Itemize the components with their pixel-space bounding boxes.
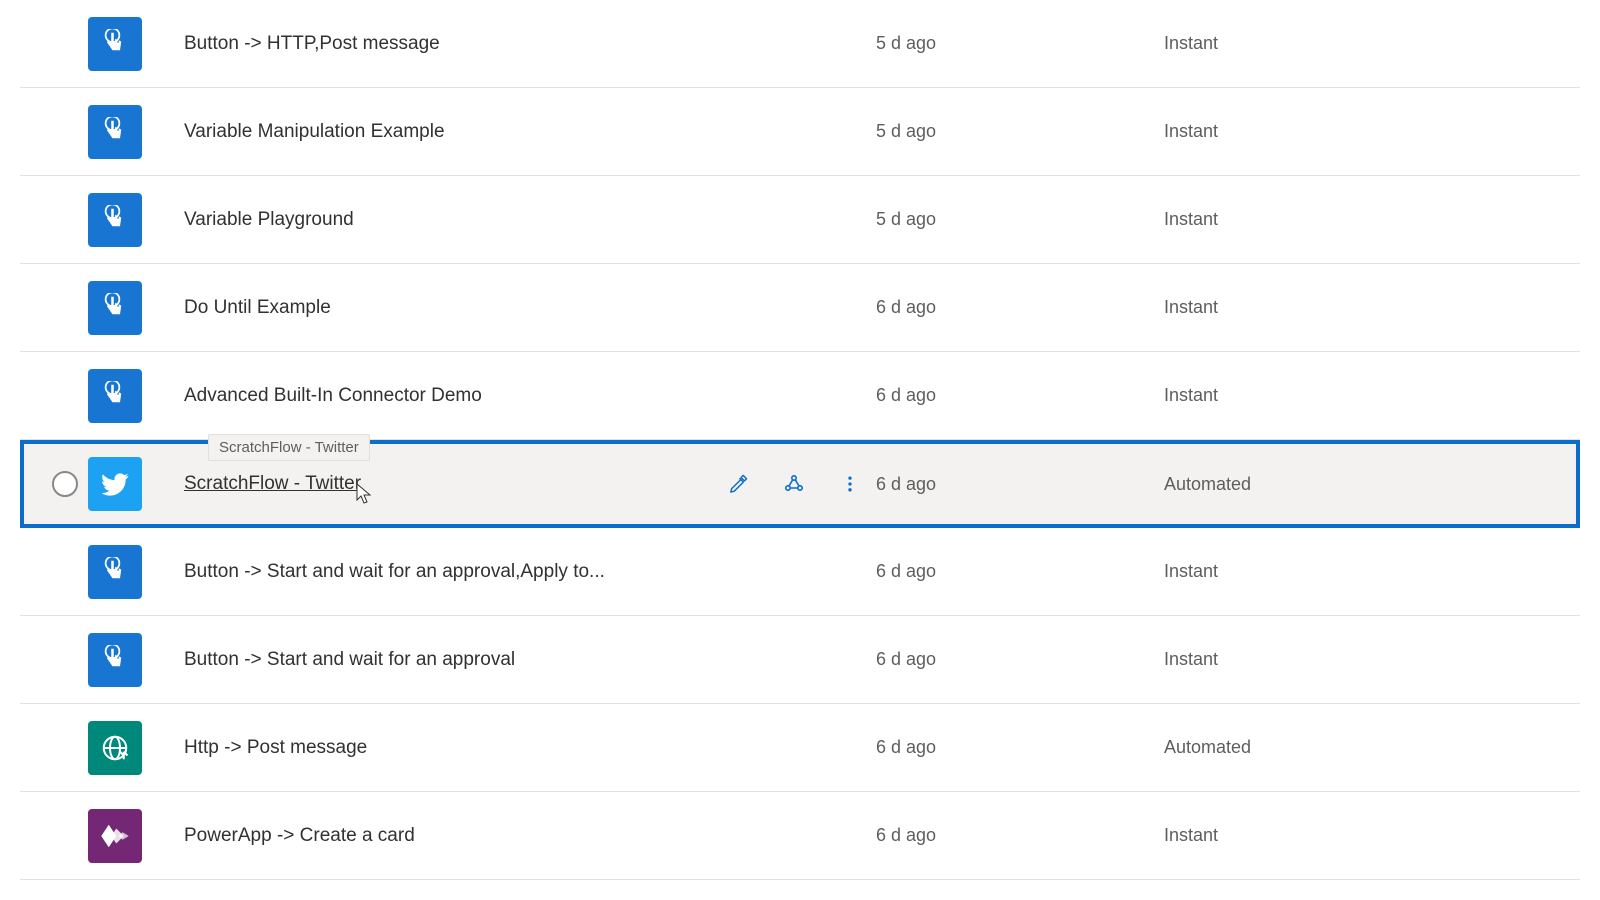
- flow-name[interactable]: Variable Playground: [184, 209, 704, 231]
- flow-type: Automated: [1164, 737, 1364, 758]
- button-icon: [88, 369, 142, 423]
- flow-name[interactable]: Button -> Start and wait for an approval…: [184, 561, 704, 583]
- flow-name[interactable]: Variable Manipulation Example: [184, 121, 704, 143]
- twitter-icon: [88, 457, 142, 511]
- row-actions: [704, 470, 864, 498]
- flow-name[interactable]: ScratchFlow - Twitter: [184, 473, 704, 495]
- flow-type: Automated: [1164, 474, 1364, 495]
- flow-name[interactable]: Button -> Start and wait for an approval: [184, 649, 704, 671]
- modified-time: 6 d ago: [864, 561, 1164, 582]
- flow-name[interactable]: PowerApp -> Create a card: [184, 825, 704, 847]
- button-icon: [88, 105, 142, 159]
- modified-time: 5 d ago: [864, 209, 1164, 230]
- button-icon: [88, 633, 142, 687]
- modified-time: 6 d ago: [864, 825, 1164, 846]
- flow-name[interactable]: Http -> Post message: [184, 737, 704, 759]
- modified-time: 5 d ago: [864, 121, 1164, 142]
- button-icon: [88, 545, 142, 599]
- button-icon: [88, 193, 142, 247]
- flow-name[interactable]: Advanced Built-In Connector Demo: [184, 385, 704, 407]
- share-icon[interactable]: [780, 470, 808, 498]
- flow-row[interactable]: Button -> Start and wait for an approval…: [20, 528, 1580, 616]
- flow-row[interactable]: Button -> Start and wait for an approval…: [20, 616, 1580, 704]
- flow-row[interactable]: Variable Manipulation Example 5 d agoInst…: [20, 88, 1580, 176]
- flow-row[interactable]: Do Until Example 6 d agoInstant: [20, 264, 1580, 352]
- modified-time: 6 d ago: [864, 737, 1164, 758]
- select-radio[interactable]: [52, 471, 78, 497]
- powerapps-icon: [88, 809, 142, 863]
- flow-row[interactable]: Variable Playground 5 d agoInstant: [20, 176, 1580, 264]
- http-icon: [88, 721, 142, 775]
- flow-name[interactable]: Button -> HTTP,Post message: [184, 33, 704, 55]
- edit-icon[interactable]: [724, 470, 752, 498]
- flow-type: Instant: [1164, 297, 1364, 318]
- name-tooltip: ScratchFlow - Twitter: [208, 434, 370, 461]
- flow-type: Instant: [1164, 33, 1364, 54]
- button-icon: [88, 17, 142, 71]
- flow-row[interactable]: Button -> HTTP,Post message 5 d agoInstan…: [20, 0, 1580, 88]
- modified-time: 6 d ago: [864, 474, 1164, 495]
- flow-type: Instant: [1164, 121, 1364, 142]
- modified-time: 6 d ago: [864, 297, 1164, 318]
- flow-type: Instant: [1164, 649, 1364, 670]
- modified-time: 5 d ago: [864, 33, 1164, 54]
- flow-row[interactable]: ScratchFlow - Twitter6 d agoAutomatedScr…: [20, 440, 1580, 528]
- modified-time: 6 d ago: [864, 649, 1164, 670]
- flow-row[interactable]: PowerApp -> Create a card 6 d agoInstant: [20, 792, 1580, 880]
- flow-type: Instant: [1164, 385, 1364, 406]
- more-icon[interactable]: [836, 470, 864, 498]
- flow-row[interactable]: Http -> Post message 6 d agoAutomated: [20, 704, 1580, 792]
- modified-time: 6 d ago: [864, 385, 1164, 406]
- flow-row[interactable]: Advanced Built-In Connector Demo 6 d agoI…: [20, 352, 1580, 440]
- flow-name[interactable]: Do Until Example: [184, 297, 704, 319]
- button-icon: [88, 281, 142, 335]
- flow-type: Instant: [1164, 209, 1364, 230]
- flow-type: Instant: [1164, 825, 1364, 846]
- cursor-icon: [354, 482, 376, 508]
- flow-type: Instant: [1164, 561, 1364, 582]
